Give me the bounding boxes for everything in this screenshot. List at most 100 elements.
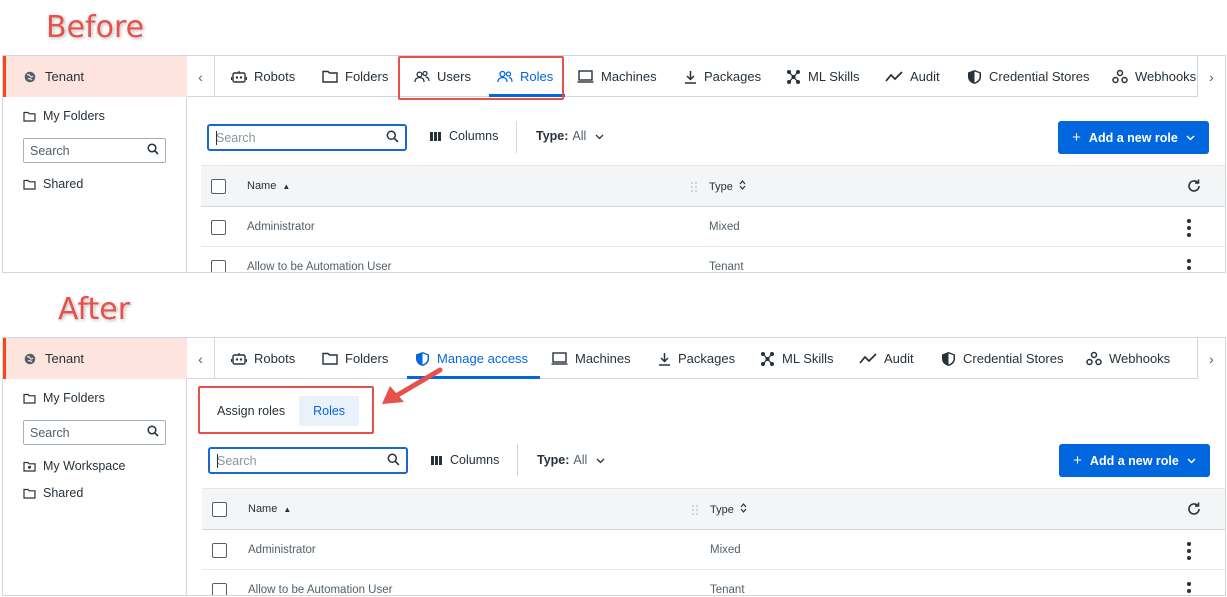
select-all-checkbox[interactable] — [212, 502, 227, 517]
more-options-icon[interactable] — [1187, 542, 1191, 560]
add-new-role-label: Add a new role — [1089, 453, 1179, 468]
tab-ml-skills[interactable]: ML Skills — [786, 56, 860, 97]
table-row[interactable]: Administrator Mixed — [202, 530, 1225, 570]
column-header-type[interactable]: Type — [710, 503, 747, 516]
type-filter-label: Type: — [537, 453, 570, 467]
tab-folders[interactable]: Folders — [322, 56, 388, 97]
sidebar-item-my-workspace[interactable]: My Workspace — [23, 459, 125, 473]
tab-webhooks[interactable]: Webhooks — [1112, 56, 1196, 97]
type-filter[interactable]: Type: All — [536, 129, 604, 143]
more-options-icon[interactable] — [1187, 259, 1191, 272]
tabs-scroll-left[interactable]: ‹ — [187, 338, 215, 379]
folder-icon — [322, 352, 338, 365]
chevron-down-icon — [1187, 457, 1196, 464]
columns-label: Columns — [449, 129, 499, 143]
tab-packages-label: Packages — [704, 69, 762, 84]
column-header-name[interactable]: Name ▲ — [247, 180, 290, 192]
download-icon — [658, 352, 671, 366]
ml-skills-icon — [786, 69, 801, 84]
tab-packages-label: Packages — [678, 351, 736, 366]
tab-credential-stores[interactable]: Credential Stores — [967, 56, 1089, 97]
add-new-role-button[interactable]: + Add a new role — [1059, 444, 1210, 477]
shield-icon — [415, 351, 430, 367]
search-icon — [147, 143, 159, 158]
tab-machines[interactable]: Machines — [551, 338, 631, 379]
search-placeholder: Search — [216, 130, 256, 145]
columns-button[interactable]: Columns — [431, 453, 499, 467]
tab-ml-skills[interactable]: ML Skills — [760, 338, 834, 379]
search-icon — [147, 425, 159, 440]
webhook-icon — [1086, 351, 1102, 366]
search-placeholder: Search — [217, 453, 257, 468]
sidebar-item-my-folders[interactable]: My Folders — [23, 109, 105, 123]
sidebar-item-tenant[interactable]: Tenant — [3, 56, 187, 97]
sidebar-item-tenant[interactable]: Tenant — [3, 338, 187, 379]
tab-bar: ‹ Robots Folders Users Roles Machines Pa… — [187, 56, 1225, 97]
my-folders-label: My Folders — [43, 391, 105, 405]
download-icon — [684, 70, 697, 84]
row-checkbox[interactable] — [211, 260, 226, 272]
tabs-scroll-right[interactable]: › — [1197, 56, 1225, 97]
table-row[interactable]: Allow to be Automation User Tenant — [201, 247, 1225, 273]
after-panel: Tenant My Folders Search My Workspace Sh… — [2, 337, 1226, 596]
webhook-icon — [1112, 69, 1128, 84]
tab-packages[interactable]: Packages — [684, 56, 761, 97]
row-checkbox[interactable] — [212, 583, 227, 595]
folder-icon — [23, 488, 36, 499]
row-checkbox[interactable] — [211, 220, 226, 235]
row-type: Tenant — [709, 261, 744, 273]
sort-icon — [739, 180, 746, 193]
columns-icon — [430, 131, 441, 141]
refresh-icon[interactable] — [1187, 179, 1201, 198]
tab-machines[interactable]: Machines — [577, 56, 657, 97]
select-all-checkbox[interactable] — [211, 179, 226, 194]
tab-audit[interactable]: Audit — [885, 56, 940, 97]
drag-handle-icon — [691, 182, 697, 192]
add-new-role-button[interactable]: + Add a new role — [1058, 121, 1209, 154]
column-name-label: Name — [248, 503, 278, 515]
row-type: Tenant — [710, 584, 745, 596]
column-header-name[interactable]: Name ▲ — [248, 503, 291, 515]
row-name: Administrator — [247, 221, 315, 233]
ml-skills-icon — [760, 351, 775, 366]
tab-webhooks[interactable]: Webhooks — [1086, 338, 1170, 379]
sidebar-item-shared[interactable]: Shared — [23, 486, 83, 500]
refresh-icon[interactable] — [1187, 502, 1201, 521]
column-header-type[interactable]: Type — [709, 180, 746, 193]
tabs-scroll-right[interactable]: › — [1197, 338, 1225, 379]
columns-button[interactable]: Columns — [430, 129, 498, 143]
sidebar-item-shared[interactable]: Shared — [23, 177, 83, 191]
type-filter[interactable]: Type: All — [537, 453, 605, 467]
tab-credential-stores[interactable]: Credential Stores — [941, 338, 1063, 379]
sidebar-item-my-folders[interactable]: My Folders — [23, 391, 105, 405]
globe-icon — [24, 71, 36, 83]
toolbar-divider — [516, 121, 517, 153]
table-row[interactable]: Administrator Mixed — [201, 207, 1225, 247]
sidebar-search-input[interactable]: Search — [23, 138, 166, 163]
toolbar-divider — [517, 444, 518, 476]
chevron-right-icon: › — [1209, 68, 1214, 85]
tab-robots[interactable]: Robots — [231, 56, 295, 97]
table-header: Name ▲ Type — [202, 488, 1225, 530]
add-new-role-label: Add a new role — [1088, 130, 1178, 145]
more-options-icon[interactable] — [1187, 582, 1191, 595]
sidebar-search-placeholder: Search — [30, 425, 70, 440]
more-options-icon[interactable] — [1187, 219, 1191, 237]
folder-icon — [322, 70, 338, 83]
row-checkbox[interactable] — [212, 543, 227, 558]
tenant-label: Tenant — [45, 351, 85, 366]
columns-label: Columns — [450, 453, 500, 467]
row-name: Administrator — [248, 544, 316, 556]
search-input[interactable]: Search — [207, 124, 407, 151]
table-row[interactable]: Allow to be Automation User Tenant — [202, 570, 1225, 596]
sidebar-search-input[interactable]: Search — [23, 420, 166, 445]
tabs-scroll-left[interactable]: ‹ — [187, 56, 215, 97]
tab-robots-label: Robots — [254, 351, 296, 366]
tab-robots[interactable]: Robots — [231, 338, 295, 379]
search-input[interactable]: Search — [208, 447, 408, 474]
chevron-left-icon: ‹ — [198, 350, 203, 367]
monitor-icon — [577, 70, 594, 83]
tab-audit[interactable]: Audit — [859, 338, 914, 379]
plus-icon: + — [1073, 452, 1082, 469]
tab-packages[interactable]: Packages — [658, 338, 735, 379]
